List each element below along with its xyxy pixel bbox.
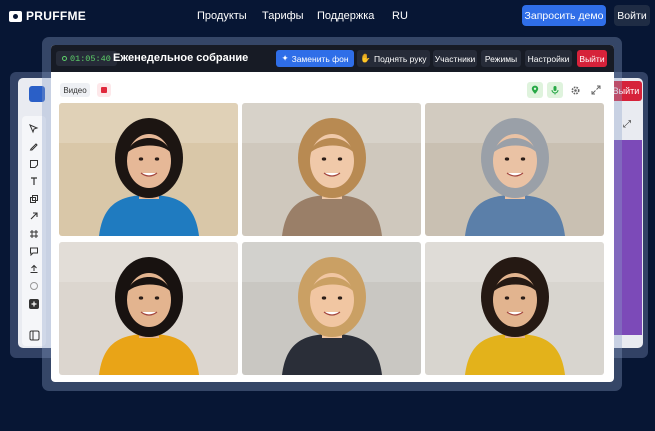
- video-tile-3[interactable]: [425, 103, 604, 236]
- nav-link-pricing[interactable]: Тарифы: [262, 10, 304, 22]
- nav-link-products[interactable]: Продукты: [197, 10, 247, 22]
- settings-button[interactable]: Настройки: [525, 50, 572, 67]
- meeting-title: Еженедельное собрание: [113, 52, 249, 64]
- login-button[interactable]: Войти: [614, 5, 650, 26]
- video-tile-5[interactable]: [242, 242, 421, 375]
- video-tile-2[interactable]: [242, 103, 421, 236]
- location-icon[interactable]: [527, 82, 543, 98]
- comment-tool-icon[interactable]: [26, 243, 42, 261]
- gear-icon[interactable]: [567, 82, 583, 98]
- change-background-label: Заменить фон: [291, 53, 349, 64]
- arrow-tool-icon[interactable]: [26, 208, 42, 226]
- mic-icon[interactable]: [547, 82, 563, 98]
- exit-button[interactable]: Выйти: [577, 50, 607, 67]
- nav-link-language[interactable]: RU: [392, 10, 408, 22]
- frame-tool-icon[interactable]: [26, 225, 42, 243]
- change-background-button[interactable]: ✦ Заменить фон: [276, 50, 354, 67]
- sidebar-toggle-icon[interactable]: [26, 327, 42, 345]
- video-tile-4[interactable]: [59, 242, 238, 375]
- logo[interactable]: PRUFFME: [9, 9, 86, 23]
- hand-icon: ✋: [360, 53, 372, 63]
- more-tools-icon[interactable]: [26, 278, 42, 296]
- raise-hand-button[interactable]: ✋ Поднять руку: [357, 50, 430, 67]
- sparkle-icon: ✦: [281, 53, 289, 63]
- text-tool-icon[interactable]: [26, 173, 42, 191]
- participant-video-icon: [242, 242, 421, 375]
- participant-video-icon: [242, 103, 421, 236]
- top-navigation: PRUFFME Продукты Тарифы Поддержка RU Зап…: [0, 0, 655, 32]
- participant-video-icon: [425, 242, 604, 375]
- modes-button[interactable]: Режимы: [481, 50, 521, 67]
- upload-tool-icon[interactable]: [26, 260, 42, 278]
- participant-video-icon: [425, 103, 604, 236]
- expand-icon[interactable]: [588, 82, 604, 98]
- shapes-tool-icon[interactable]: [26, 190, 42, 208]
- meeting-timer: 01:05:40: [56, 51, 117, 66]
- pencil-tool-icon[interactable]: [26, 138, 42, 156]
- raise-hand-label: Поднять руку: [374, 53, 427, 64]
- video-tile-1[interactable]: [59, 103, 238, 236]
- record-icon: [101, 87, 107, 93]
- video-tab[interactable]: Видео: [60, 83, 90, 97]
- participants-button[interactable]: Участники: [433, 50, 477, 67]
- timer-status-icon: [62, 56, 67, 61]
- meeting-header: 01:05:40 Еженедельное собрание ✦ Заменит…: [51, 45, 614, 72]
- participant-video-icon: [59, 103, 238, 236]
- logo-icon: [9, 10, 22, 22]
- request-demo-button[interactable]: Запросить демо: [522, 5, 606, 26]
- video-tile-6[interactable]: [425, 242, 604, 375]
- nav-link-support[interactable]: Поддержка: [317, 10, 374, 22]
- sticky-note-tool-icon[interactable]: [26, 155, 42, 173]
- add-tool-icon[interactable]: [26, 295, 42, 313]
- record-button[interactable]: [97, 83, 111, 97]
- logo-text: PRUFFME: [26, 9, 87, 23]
- timer-value: 01:05:40: [70, 53, 111, 64]
- cursor-tool-icon[interactable]: [26, 120, 42, 138]
- participant-video-icon: [59, 242, 238, 375]
